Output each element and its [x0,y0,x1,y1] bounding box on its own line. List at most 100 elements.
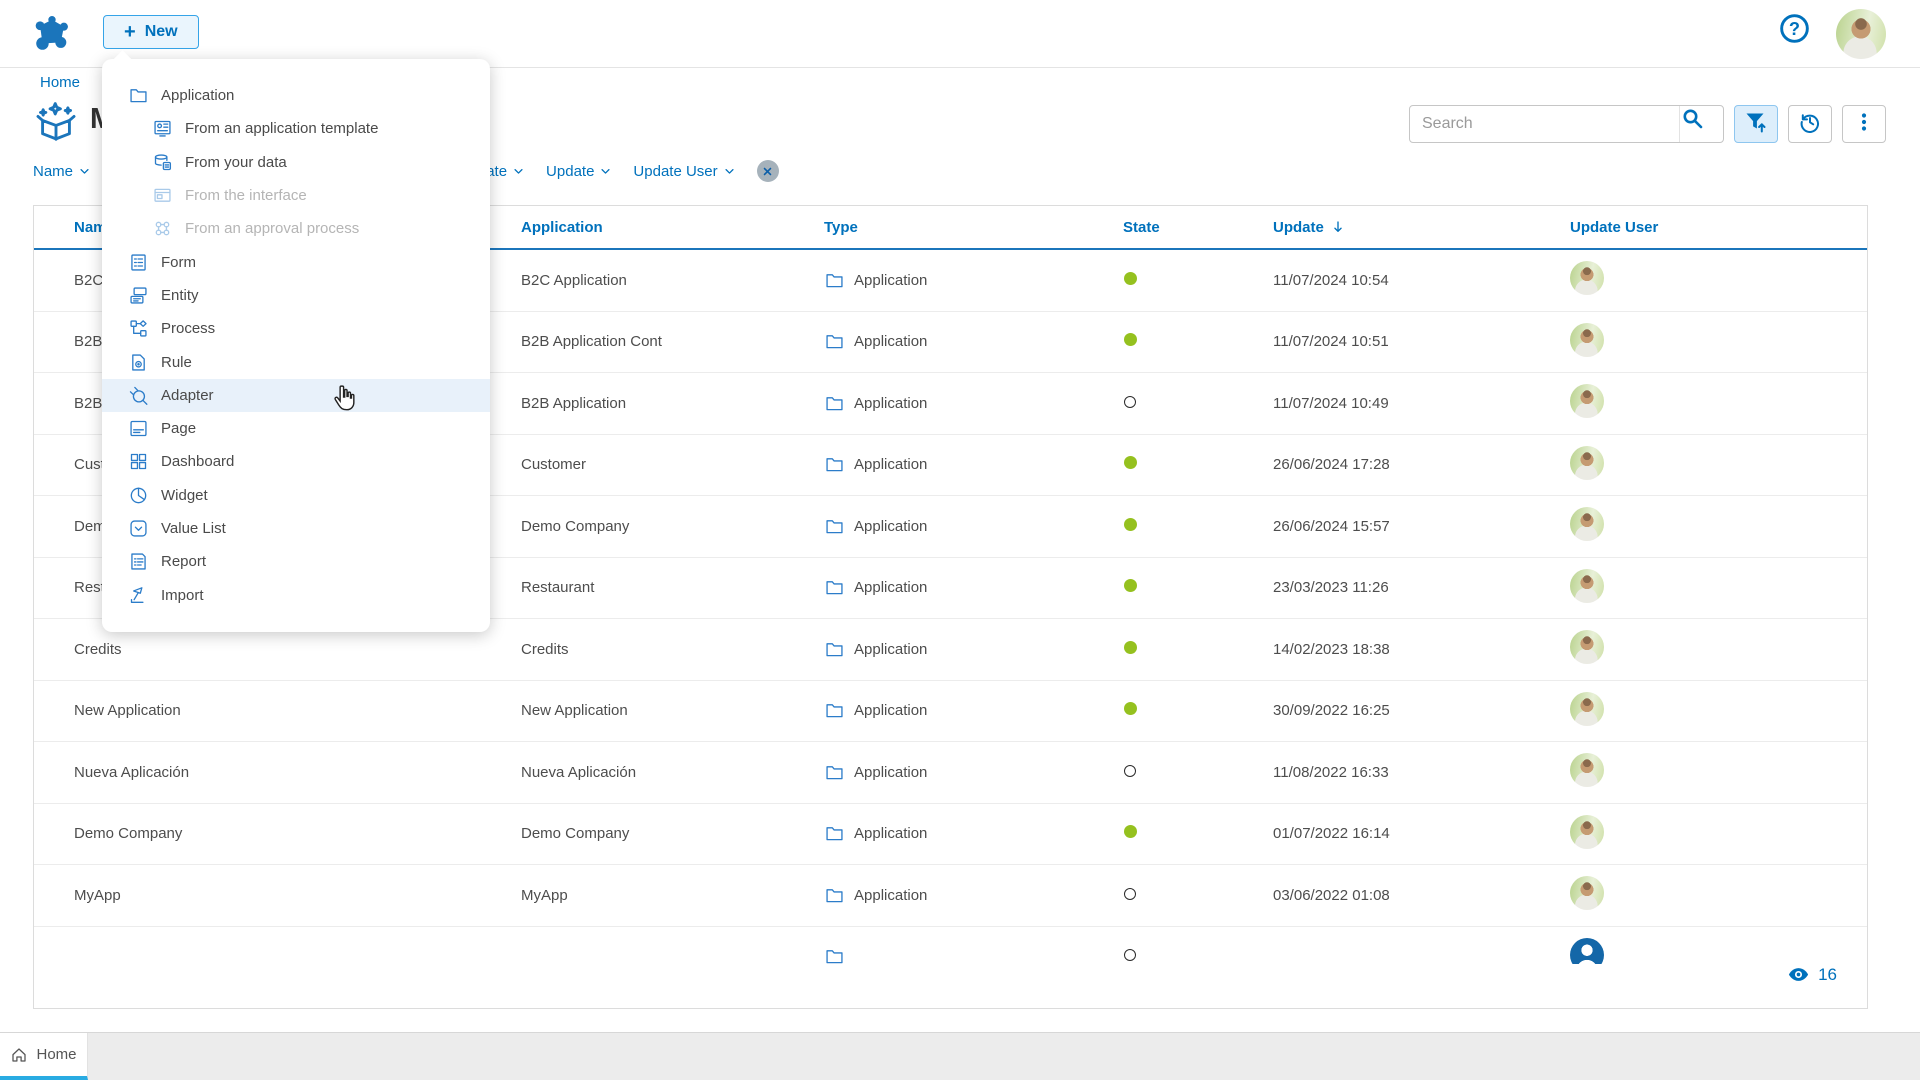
menu-item-form[interactable]: Form [102,245,490,278]
database-icon [152,152,173,173]
user-avatar [1570,384,1604,418]
tab-home[interactable]: Home [0,1033,88,1080]
table-row[interactable]: Demo CompanyDemo CompanyApplication01/07… [34,804,1867,866]
cell-name: Credits [34,641,521,658]
app-logo-icon[interactable] [30,12,74,56]
menu-item-adapter[interactable]: Adapter [102,379,490,412]
clear-filters-button[interactable] [757,160,779,182]
user-avatar [1570,630,1604,664]
column-header-label: Update User [1570,219,1658,236]
cell-update: 14/02/2023 18:38 [1273,641,1570,658]
more-options-button[interactable] [1842,105,1886,143]
process-icon [128,318,149,339]
filter-chip-update-user[interactable]: Update User [633,163,736,180]
help-icon[interactable]: ? [1777,11,1812,46]
cell-update-user [1570,507,1867,545]
user-avatar [1570,323,1604,357]
menu-item-application[interactable]: Application [102,79,490,112]
menu-item-dashboard[interactable]: Dashboard [102,445,490,478]
breadcrumb[interactable]: Home [40,74,80,91]
cell-application: Restaurant [521,579,824,596]
clear-x-icon [761,165,774,178]
cell-type-label: Application [854,887,927,904]
menu-item-report[interactable]: Report [102,545,490,578]
filter-chip-name[interactable]: Name [33,163,92,180]
cell-state [1123,333,1273,350]
menu-item-label: Application [161,87,234,104]
cell-state [1123,702,1273,719]
folder-icon [824,393,845,414]
cell-type-label: Application [854,456,927,473]
menu-item-rule[interactable]: Rule [102,345,490,378]
cell-type: Application [824,393,1123,414]
folder-icon [824,946,845,964]
state-inactive-dot [1124,765,1136,777]
cell-update-user [1570,630,1867,668]
state-active-dot [1124,579,1137,592]
cell-application: Customer [521,456,824,473]
user-avatar[interactable] [1836,9,1886,59]
cell-update-user [1570,569,1867,607]
cell-application: Demo Company [521,518,824,535]
cell-update-user [1570,446,1867,484]
rule-icon [128,352,149,373]
menu-item-import[interactable]: Import [102,578,490,611]
filter-button[interactable] [1734,105,1778,143]
search-input[interactable] [1410,106,1679,142]
column-header-type[interactable]: Type [824,219,1123,236]
report-icon [128,551,149,572]
menu-item-from-an-application-template[interactable]: From an application template [102,112,490,145]
column-header-label: State [1123,219,1160,236]
user-avatar [1570,507,1604,541]
filter-chip-update[interactable]: Update [546,163,613,180]
user-avatar [1570,446,1604,480]
column-header-update[interactable]: Update [1273,219,1570,236]
svg-text:?: ? [1789,19,1800,39]
table-row[interactable]: MyAppMyAppApplication03/06/2022 01:08 [34,865,1867,927]
table-row[interactable] [34,927,1867,965]
column-header-state[interactable]: State [1123,219,1273,236]
cell-update-user [1570,753,1867,791]
cell-update-user [1570,384,1867,422]
filter-chip-label: Update [546,163,594,180]
filter-chip-label: Name [33,163,73,180]
search-cluster [1409,105,1886,143]
menu-item-label: Report [161,553,206,570]
menu-item-widget[interactable]: Widget [102,479,490,512]
cell-state [1123,764,1273,781]
cell-application: New Application [521,702,824,719]
menu-item-process[interactable]: Process [102,312,490,345]
cell-state [1123,272,1273,289]
menu-item-from-your-data[interactable]: From your data [102,146,490,179]
folder-icon [824,700,845,721]
top-bar: + New ? [0,0,1920,68]
cell-update: 30/09/2022 16:25 [1273,702,1570,719]
table-row[interactable]: Nueva AplicaciónNueva AplicaciónApplicat… [34,742,1867,804]
user-avatar [1570,261,1604,295]
menu-item-value-list[interactable]: Value List [102,512,490,545]
user-avatar [1570,815,1604,849]
state-active-dot [1124,825,1137,838]
house-icon [10,1046,28,1064]
cell-application: B2B Application Cont [521,333,824,350]
state-active-dot [1124,641,1137,654]
search-icon[interactable] [1679,106,1723,142]
cell-state [1123,456,1273,473]
table-row[interactable]: New ApplicationNew ApplicationApplicatio… [34,681,1867,743]
plus-icon: + [124,22,136,42]
new-button[interactable]: + New [103,15,199,49]
column-header-application[interactable]: Application [521,219,824,236]
menu-item-from-the-interface: From the interface [102,179,490,212]
user-avatar [1570,753,1604,787]
state-inactive-dot [1124,949,1136,961]
state-active-dot [1124,333,1137,346]
chevron-down-icon [598,164,613,179]
menu-item-page[interactable]: Page [102,412,490,445]
history-button[interactable] [1788,105,1832,143]
chevron-down-icon [511,164,526,179]
cell-update-user [1570,692,1867,730]
menu-item-entity[interactable]: Entity [102,279,490,312]
column-header-update-user[interactable]: Update User [1570,219,1867,236]
cell-type-label: Application [854,764,927,781]
cell-type-label: Application [854,579,927,596]
